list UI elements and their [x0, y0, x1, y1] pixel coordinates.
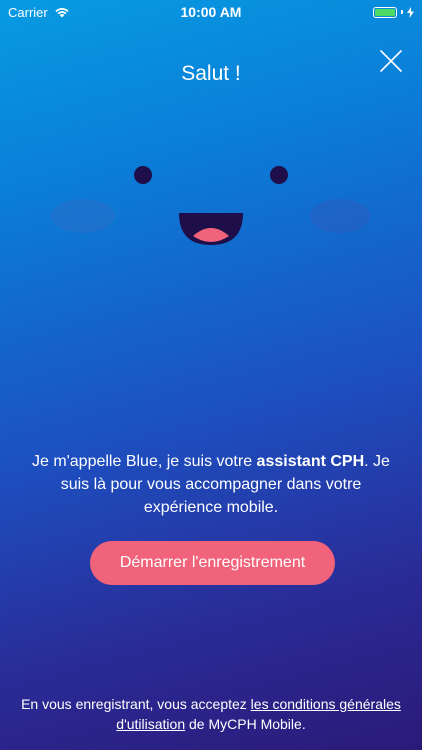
status-time: 10:00 AM: [180, 4, 242, 20]
intro-text-part1: Je m'appelle Blue, je suis votre: [32, 453, 257, 470]
start-registration-button[interactable]: Démarrer l'enregistrement: [90, 541, 335, 585]
intro-text: Je m'appelle Blue, je suis votre assista…: [30, 450, 392, 519]
smiling-face-icon: [51, 166, 370, 245]
page-title: Salut !: [181, 62, 241, 85]
terms-suffix: de MyCPH Mobile.: [185, 716, 306, 732]
battery-icon: [373, 6, 397, 18]
terms-prefix: En vous enregistrant, vous acceptez: [21, 696, 251, 712]
left-eye: [134, 166, 152, 184]
terms-text: En vous enregistrant, vous acceptez les …: [20, 694, 402, 734]
right-eye: [270, 166, 288, 184]
intro-text-bold: assistant CPH: [256, 453, 365, 470]
status-bar: Carrier 10:00 AM: [0, 0, 422, 24]
left-cheek: [51, 199, 115, 233]
right-cheek: [310, 199, 370, 233]
